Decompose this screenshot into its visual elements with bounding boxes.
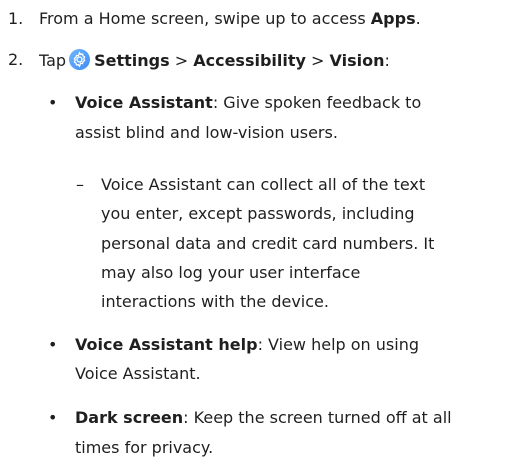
step-2-number: 2. bbox=[8, 50, 24, 69]
bullet-voice-assistant-help: • bbox=[48, 335, 58, 354]
bullet-voice-assistant: • bbox=[48, 93, 58, 112]
step-2-separator-1: > bbox=[174, 51, 189, 70]
item-voice-assistant-help-desc-1: : View help on using bbox=[257, 335, 419, 354]
item-voice-assistant-help-line-1: Voice Assistant help: View help on using bbox=[75, 334, 419, 356]
item-voice-assistant-title: Voice Assistant bbox=[75, 93, 213, 112]
step-2-accessibility: Accessibility bbox=[193, 51, 306, 70]
step-1-text-before: From a Home screen, swipe up to access bbox=[39, 9, 371, 28]
voice-assistant-note-line-2: you enter, except passwords, including bbox=[101, 204, 415, 223]
item-voice-assistant-desc-2: assist blind and low-vision users. bbox=[75, 123, 338, 142]
item-dark-screen-desc-2: times for privacy. bbox=[75, 438, 214, 457]
voice-assistant-note-line-5: interactions with the device. bbox=[101, 292, 329, 311]
item-dark-screen-title: Dark screen bbox=[75, 408, 184, 427]
settings-gear-icon bbox=[69, 49, 91, 70]
step-1-text: From a Home screen, swipe up to access A… bbox=[39, 8, 421, 30]
bullet-dark-screen: • bbox=[48, 408, 58, 427]
voice-assistant-note-line-4: may also log your user interface bbox=[101, 263, 361, 282]
step-1-text-after: . bbox=[415, 9, 421, 28]
instructions-page: 1. From a Home screen, swipe up to acces… bbox=[0, 0, 521, 474]
step-1-number: 1. bbox=[8, 9, 24, 28]
step-2-tap: Tap bbox=[39, 51, 67, 70]
item-voice-assistant-line-1: Voice Assistant: Give spoken feedback to bbox=[75, 92, 421, 114]
step-2-colon: : bbox=[384, 51, 390, 70]
item-voice-assistant-desc-1: : Give spoken feedback to bbox=[212, 93, 422, 112]
dash-voice-assistant-note: – bbox=[76, 175, 84, 194]
step-2-separator-2: > bbox=[311, 51, 325, 70]
step-2-text: Tap Settings > Accessibility > Vision: bbox=[39, 49, 390, 72]
item-voice-assistant-help-desc-2: Voice Assistant. bbox=[75, 364, 201, 383]
step-2-vision: Vision bbox=[329, 51, 385, 70]
item-voice-assistant-help-title: Voice Assistant help bbox=[75, 335, 258, 354]
step-1-apps: Apps bbox=[370, 9, 416, 28]
voice-assistant-note-line-3: personal data and credit card numbers. I… bbox=[101, 234, 435, 253]
voice-assistant-note-line-1: Voice Assistant can collect all of the t… bbox=[101, 175, 426, 194]
step-2-settings: Settings bbox=[94, 51, 170, 70]
item-dark-screen-desc-1: : Keep the screen turned off at all bbox=[183, 408, 452, 427]
item-dark-screen-line-1: Dark screen: Keep the screen turned off … bbox=[75, 407, 452, 429]
